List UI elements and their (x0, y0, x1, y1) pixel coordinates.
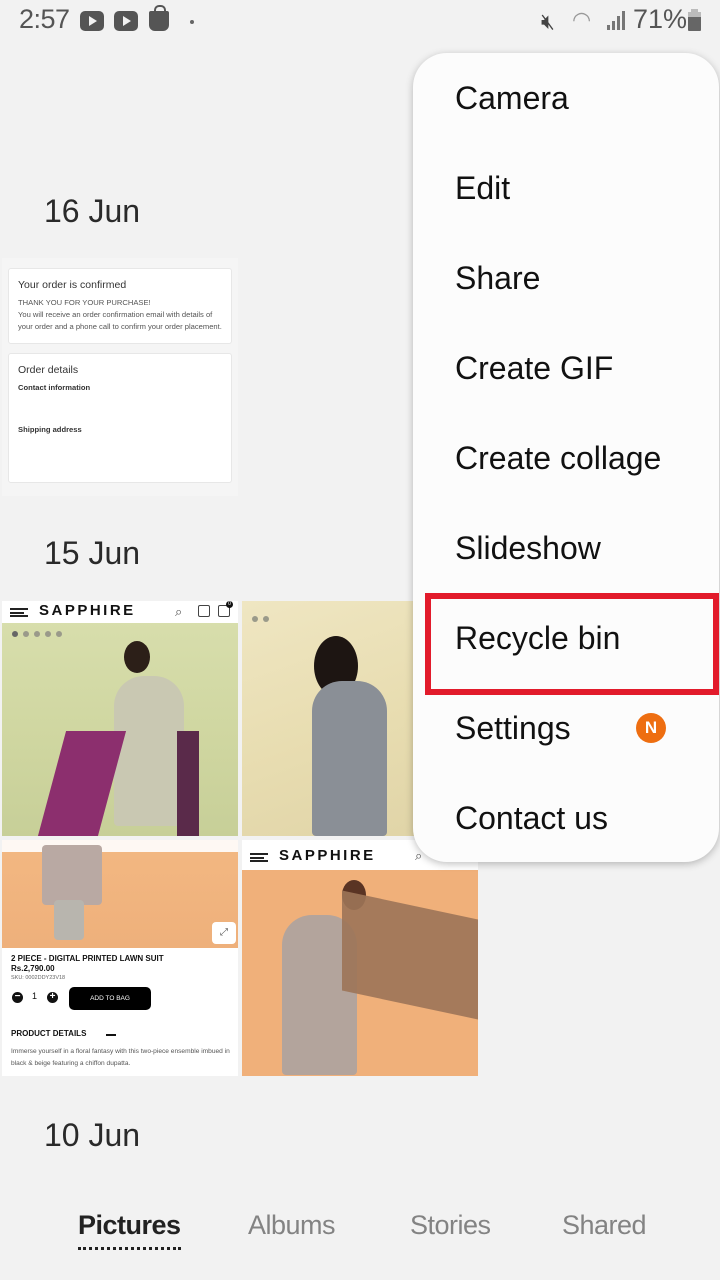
tab-albums[interactable]: Albums (248, 1210, 336, 1241)
order-thanks-text: THANK YOU FOR YOUR PURCHASE! (18, 298, 151, 307)
shopping-bag-icon (149, 5, 169, 31)
scarf (342, 890, 478, 1020)
product-title: 2 PIECE - DIGITAL PRINTED LAWN SUIT (11, 954, 164, 963)
menu-item-label: Slideshow (455, 529, 601, 566)
signal-icon (607, 10, 627, 30)
photo-thumbnail[interactable]: Your order is confirmed THANK YOU FOR YO… (2, 258, 238, 496)
menu-item-create-collage[interactable]: Create collage (413, 413, 719, 503)
menu-item-camera[interactable]: Camera (413, 53, 719, 143)
battery-percent: 71% (633, 4, 688, 34)
photo-thumbnail[interactable]: SAPPHIRE ⌕ (242, 840, 478, 1076)
overflow-menu: Camera Edit Share Create GIF Create coll… (413, 53, 719, 862)
menu-item-slideshow[interactable]: Slideshow (413, 503, 719, 593)
menu-item-label: Edit (455, 169, 511, 206)
quantity-value: 1 (32, 991, 38, 1001)
battery-icon (688, 9, 701, 31)
carousel-dots (252, 616, 269, 622)
youtube-icon (80, 11, 104, 31)
menu-item-label: Camera (455, 79, 569, 116)
photo-thumbnail[interactable]: ⤢ 2 PIECE - DIGITAL PRINTED LAWN SUIT Rs… (2, 840, 238, 1076)
scarf (177, 731, 199, 836)
status-time: 2:57 (19, 4, 70, 34)
product-details-heading: PRODUCT DETAILS (11, 1029, 87, 1038)
photo-thumbnail[interactable]: SAPPHIRE ⌕ 0 (2, 601, 238, 836)
product-price: Rs.2,790.00 (11, 964, 55, 973)
menu-item-share[interactable]: Share (413, 233, 719, 323)
menu-item-contact-us[interactable]: Contact us (413, 773, 719, 863)
order-info-text: You will receive an order confirmation e… (18, 310, 222, 331)
menu-item-label: Create GIF (455, 349, 614, 386)
plus-icon: + (47, 992, 58, 1003)
collapse-icon (106, 1034, 116, 1036)
wifi-icon: ◠ (572, 7, 592, 32)
product-description: Immerse yourself in a floral fantasy wit… (11, 1048, 230, 1067)
order-details-card: Order details Contact information Shippi… (8, 353, 232, 483)
brand-logo: SAPPHIRE (279, 847, 376, 864)
floral-dress (114, 676, 184, 826)
carousel-dots (12, 631, 62, 637)
new-badge: N (636, 713, 666, 743)
search-icon: ⌕ (175, 604, 183, 619)
menu-item-recycle-bin[interactable]: Recycle bin (413, 593, 719, 695)
menu-item-label: Share (455, 259, 541, 296)
add-to-bag-button: ADD TO BAG (69, 987, 151, 1010)
menu-item-settings[interactable]: Settings N (413, 683, 719, 773)
brand-logo: SAPPHIRE (39, 602, 136, 619)
menu-item-create-gif[interactable]: Create GIF (413, 323, 719, 413)
menu-item-label: Settings (455, 709, 571, 746)
tab-stories[interactable]: Stories (410, 1210, 491, 1241)
date-header: 16 Jun (44, 193, 141, 229)
dot-icon (190, 20, 194, 24)
sapphire-header: SAPPHIRE ⌕ 0 (2, 601, 238, 623)
minus-icon: − (12, 992, 23, 1003)
delivery-icon (198, 605, 210, 617)
order-details-title: Order details (18, 364, 79, 376)
model-figure (124, 641, 150, 673)
date-header: 10 Jun (44, 1117, 141, 1153)
order-confirmed-title: Your order is confirmed (18, 279, 127, 291)
youtube-icon (114, 11, 138, 31)
scarf (37, 731, 127, 836)
product-photo: ⤢ (2, 840, 238, 948)
menu-item-edit[interactable]: Edit (413, 143, 719, 233)
contact-info-label: Contact information (18, 383, 91, 392)
hamburger-menu-icon (10, 608, 28, 617)
shipping-address-label: Shipping address (18, 425, 82, 434)
product-sku: SKU: 0002DDY23V18 (11, 975, 66, 981)
status-bar: 2:57 🔇︎ ◠ 71% (0, 0, 720, 44)
date-header: 15 Jun (44, 535, 141, 571)
tab-pictures[interactable]: Pictures (78, 1210, 181, 1250)
order-confirmed-card: Your order is confirmed THANK YOU FOR YO… (8, 268, 232, 344)
printed-dress (312, 681, 387, 836)
cart-count-badge: 0 (226, 601, 233, 608)
menu-item-label: Contact us (455, 799, 608, 836)
menu-item-label: Create collage (455, 439, 662, 476)
hamburger-menu-icon (250, 853, 268, 862)
mute-icon: 🔇︎ (541, 9, 555, 34)
tab-shared[interactable]: Shared (562, 1210, 647, 1241)
menu-item-label: Recycle bin (455, 619, 621, 656)
expand-icon: ⤢ (212, 922, 236, 944)
gallery-screen: 2:57 🔇︎ ◠ 71% 16 Jun Your order is confi… (0, 0, 720, 1280)
